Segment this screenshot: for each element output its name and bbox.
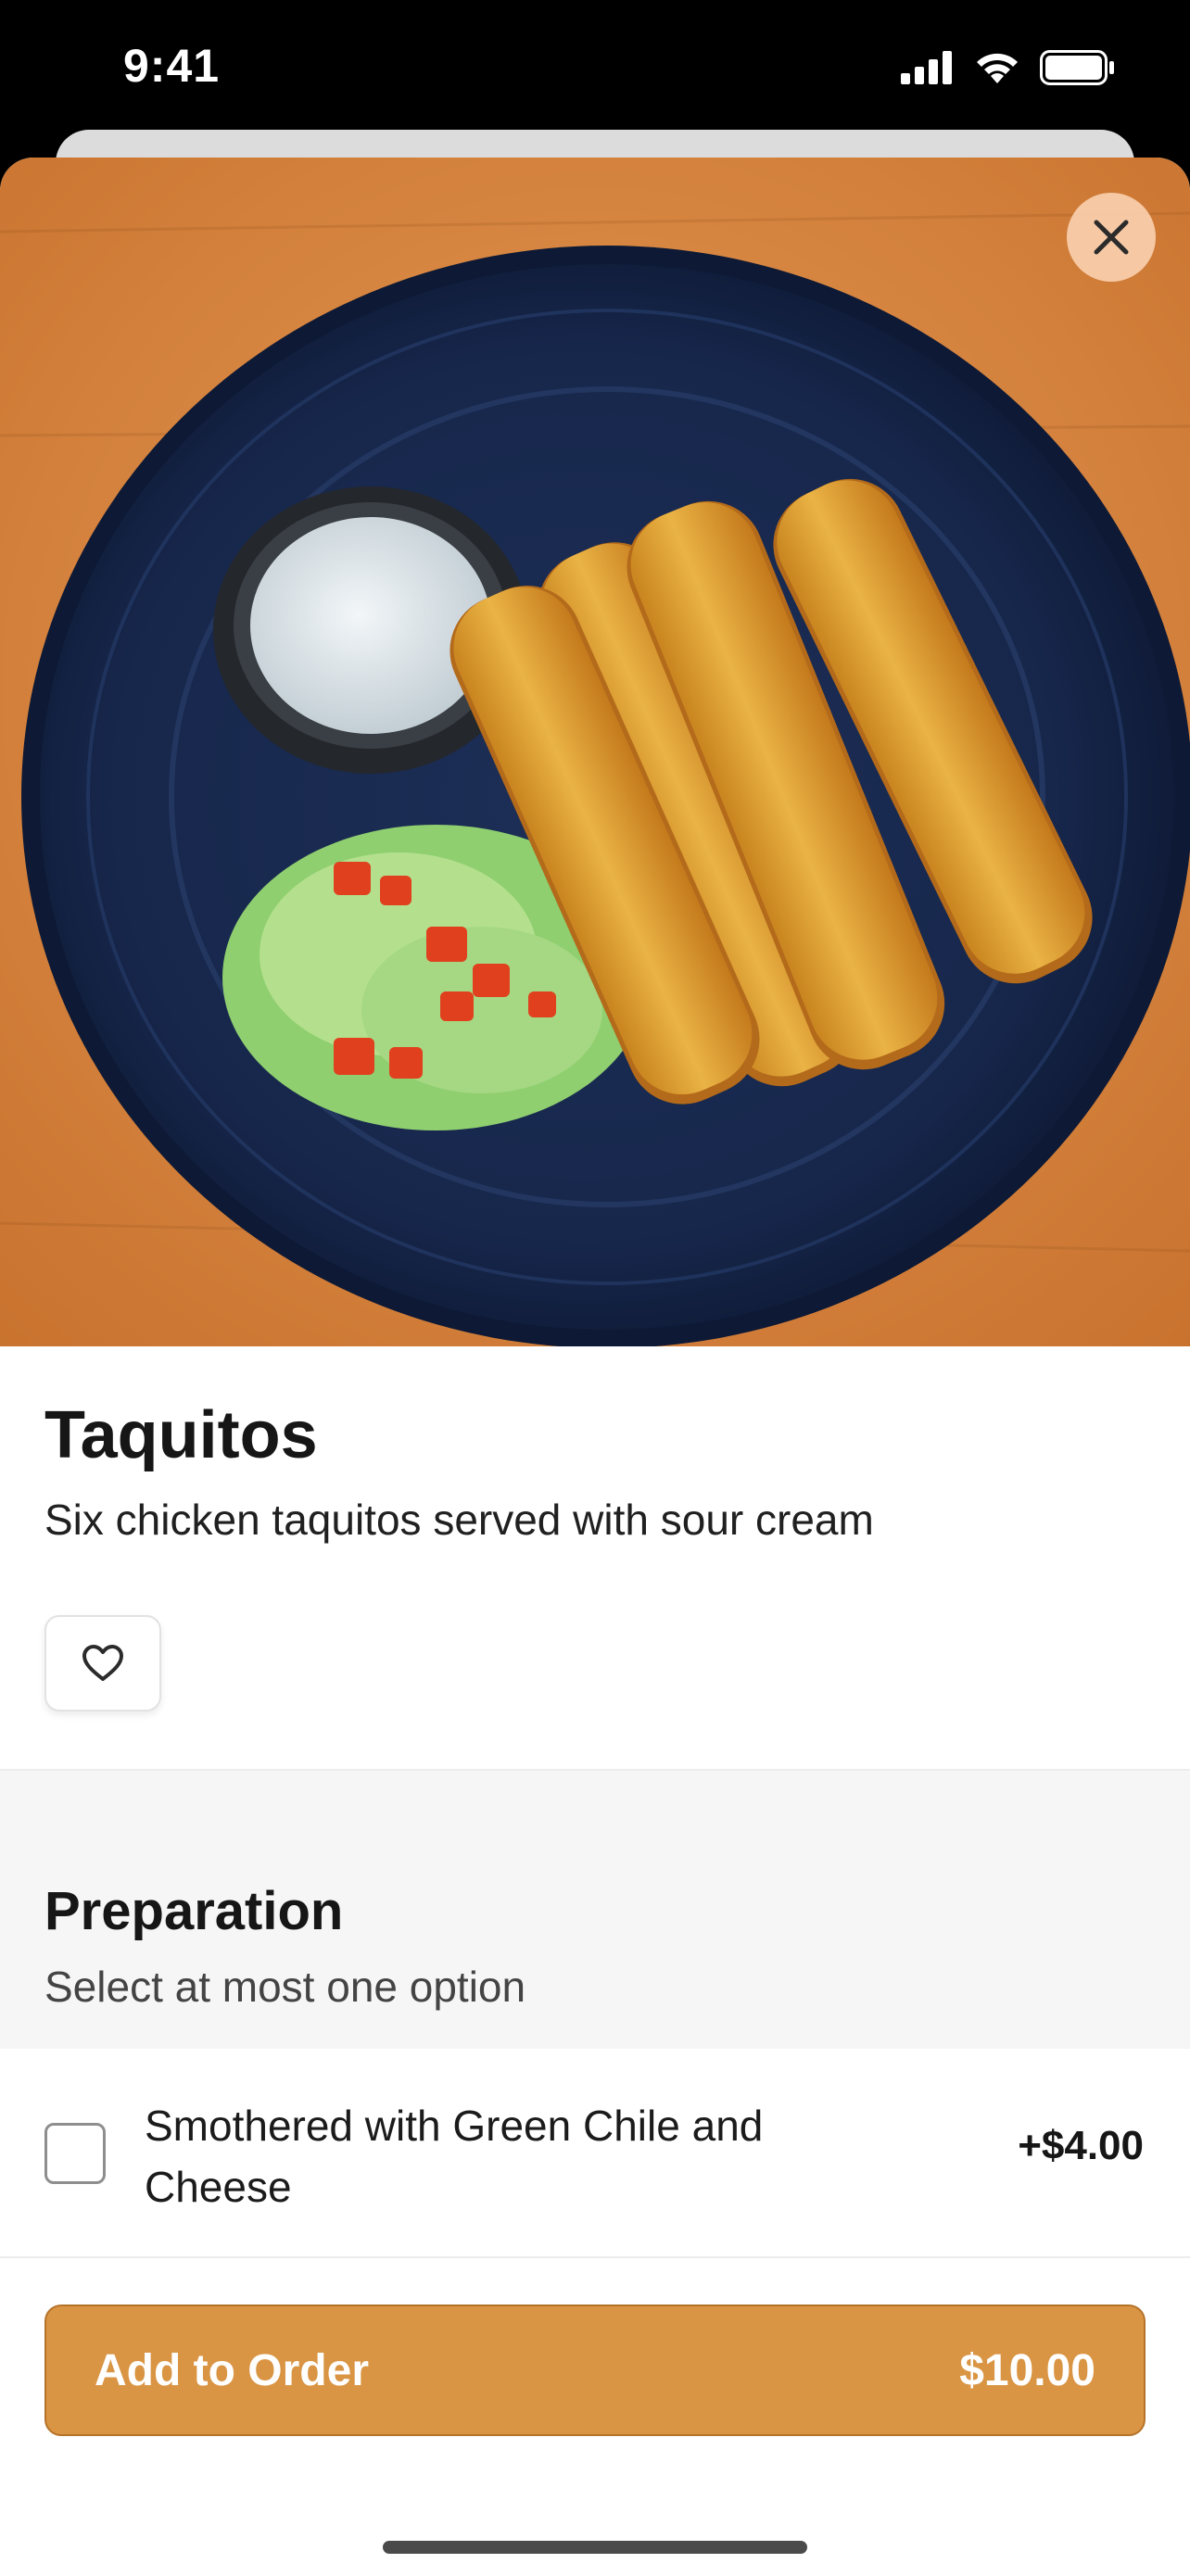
option-price: +$4.00 [1018,2123,1144,2168]
status-icons [901,44,1116,91]
wifi-icon [977,53,1018,83]
battery-icon [1040,50,1114,85]
option-label: Smothered with Green Chile and Cheese [145,2102,764,2211]
option-checkbox[interactable] [44,2123,106,2184]
status-time: 9:41 [123,40,221,92]
status-bar: 9:41 [0,0,1190,139]
item-title: Taquitos [44,1398,318,1472]
add-to-order-label: Add to Order [95,2345,369,2395]
heart-icon [82,1645,123,1681]
item-description: Six chicken taquitos served with sour cr… [44,1496,874,1544]
taquitos-plate-photo [0,158,1190,1346]
close-button[interactable] [1067,193,1156,282]
preparation-subtitle: Select at most one option [44,1963,526,2011]
bottom-bar: Add to Order $10.00 [0,2256,1190,2576]
favorite-button[interactable] [44,1615,161,1711]
cellular-signal-icon [901,51,952,84]
close-icon [1094,220,1129,255]
item-detail-sheet: Taquitos Six chicken taquitos served wit… [0,158,1190,2574]
add-to-order-button[interactable]: Add to Order $10.00 [44,2305,1146,2436]
home-indicator[interactable] [383,2541,807,2554]
preparation-title: Preparation [44,1881,344,1941]
order-total: $10.00 [959,2345,1095,2395]
preparation-section-header: Preparation Select at most one option [0,1769,1190,2051]
preparation-option[interactable]: Smothered with Green Chile and Cheese +$… [0,2049,1190,2225]
